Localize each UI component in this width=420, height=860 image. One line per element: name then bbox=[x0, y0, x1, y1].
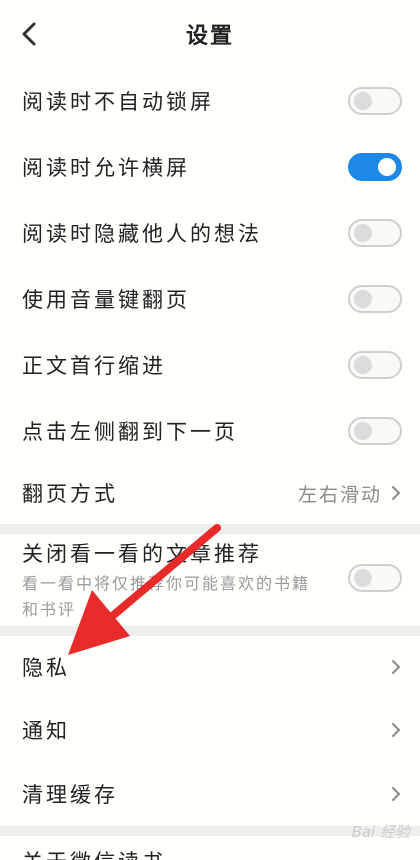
header: 设置 bbox=[0, 0, 420, 68]
setting-label: 阅读时隐藏他人的想法 bbox=[22, 222, 262, 246]
nav-item-clear-cache[interactable]: 清理缓存 bbox=[0, 762, 420, 826]
toggle-switch[interactable] bbox=[348, 87, 402, 115]
nav-item-notifications[interactable]: 通知 bbox=[0, 698, 420, 762]
nav-label: 清理缓存 bbox=[22, 783, 118, 807]
chevron-right-icon bbox=[390, 657, 402, 677]
toggle-knob bbox=[378, 158, 396, 176]
page-turn-value: 左右滑动 bbox=[297, 483, 382, 506]
setting-label: 正文首行缩进 bbox=[22, 354, 166, 378]
page-title: 设置 bbox=[185, 24, 234, 49]
setting-description: 看一看中将仅推荐你可能喜欢的书籍 bbox=[22, 574, 311, 593]
nav-item-about[interactable]: 关于微信读书 bbox=[0, 846, 420, 860]
watermark: Bai 经验 bbox=[351, 823, 410, 841]
toggle-knob bbox=[354, 422, 372, 440]
setting-row-allow-landscape: 阅读时允许横屏 bbox=[0, 134, 420, 200]
toggle-switch[interactable] bbox=[348, 351, 402, 379]
section-divider bbox=[0, 524, 420, 534]
chevron-right-icon bbox=[390, 720, 402, 740]
setting-row-tap-left: 点击左侧翻到下一页 bbox=[0, 398, 420, 464]
toggle-knob bbox=[354, 569, 372, 587]
setting-row-hide-thoughts: 阅读时隐藏他人的想法 bbox=[0, 200, 420, 266]
setting-label: 阅读时允许横屏 bbox=[22, 156, 190, 180]
toggle-knob bbox=[354, 224, 372, 242]
nav-label: 隐私 bbox=[22, 656, 70, 680]
setting-row-no-auto-lock: 阅读时不自动锁屏 bbox=[0, 68, 420, 134]
toggle-switch[interactable] bbox=[348, 153, 402, 181]
chevron-right-icon bbox=[390, 483, 402, 503]
section-divider bbox=[0, 626, 420, 636]
setting-label: 使用音量键翻页 bbox=[22, 288, 190, 312]
recommend-text-group: 关闭看一看的文章推荐 看一看中将仅推荐你可能喜欢的书籍 和书评 bbox=[22, 537, 310, 623]
toggle-knob bbox=[354, 92, 372, 110]
setting-row-recommend: 关闭看一看的文章推荐 看一看中将仅推荐你可能喜欢的书籍 和书评 bbox=[0, 534, 420, 626]
setting-label: 关闭看一看的文章推荐 bbox=[22, 542, 262, 566]
setting-label: 点击左侧翻到下一页 bbox=[22, 420, 238, 444]
toggle-knob bbox=[354, 290, 372, 308]
setting-description: 和书评 bbox=[22, 600, 77, 619]
toggle-switch[interactable] bbox=[348, 219, 402, 247]
toggle-switch[interactable] bbox=[348, 285, 402, 313]
setting-row-volume-keys: 使用音量键翻页 bbox=[0, 266, 420, 332]
nav-label: 通知 bbox=[22, 719, 70, 743]
setting-row-page-turn[interactable]: 翻页方式 左右滑动 bbox=[0, 464, 420, 522]
setting-row-indent: 正文首行缩进 bbox=[0, 332, 420, 398]
toggle-switch[interactable] bbox=[348, 564, 402, 592]
setting-label: 翻页方式 bbox=[22, 482, 118, 506]
toggle-knob bbox=[354, 356, 372, 374]
setting-label: 阅读时不自动锁屏 bbox=[22, 90, 214, 114]
nav-label: 关于微信读书 bbox=[22, 846, 166, 860]
toggle-switch[interactable] bbox=[348, 417, 402, 445]
chevron-right-icon bbox=[390, 784, 402, 804]
nav-item-privacy[interactable]: 隐私 bbox=[0, 636, 420, 698]
page-turn-value-group: 左右滑动 bbox=[298, 480, 402, 507]
